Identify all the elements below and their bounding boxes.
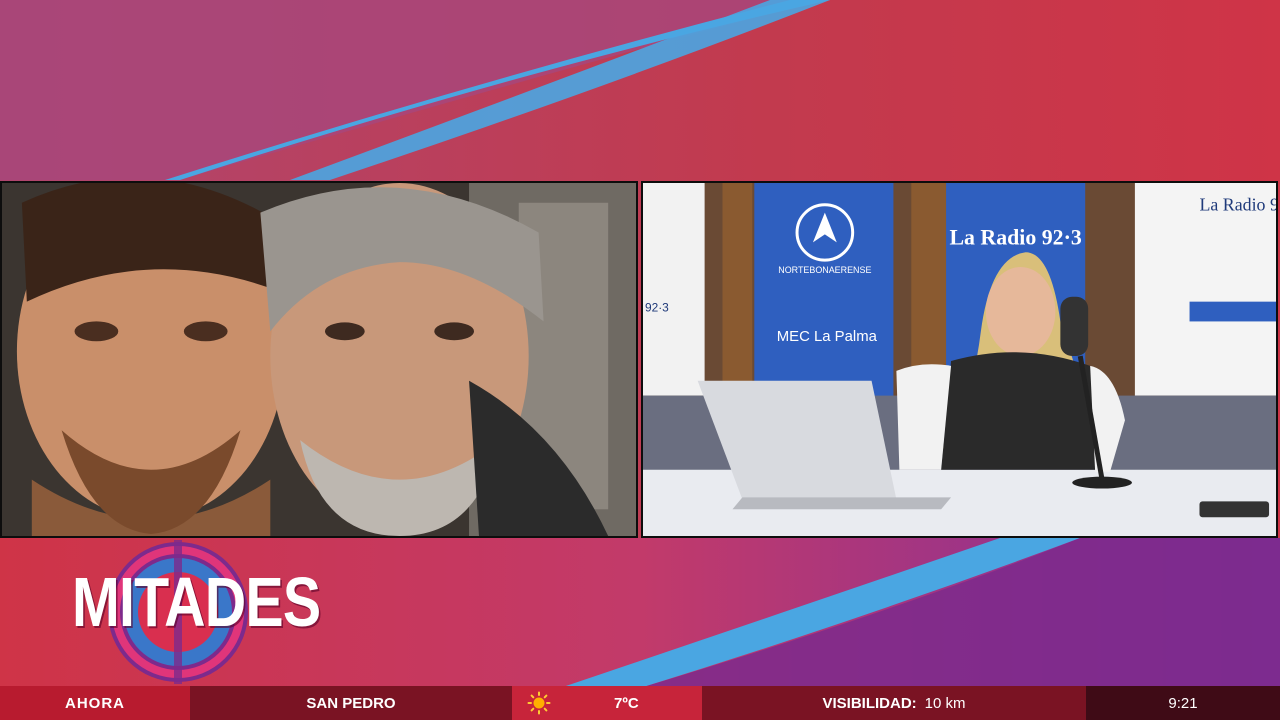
radio-studio-image: NORTEBONAERENSE MEC La Palma La Radio 92… xyxy=(643,183,1276,536)
studio-sign-mec: MEC La Palma xyxy=(777,329,878,345)
visibility-cell: VISIBILIDAD: 10 km xyxy=(702,686,1086,720)
clock-time: 9:21 xyxy=(1086,686,1280,720)
info-ticker: AHORA SAN PEDRO 7ºC VISIBILIDAD: 10 km 9… xyxy=(0,686,1280,720)
visibility-value: 10 km xyxy=(924,694,966,712)
sun-icon xyxy=(527,691,551,715)
studio-sign-radio-right: La Radio 9 xyxy=(1199,195,1276,215)
weather-cell xyxy=(512,686,566,720)
show-logo-text: MITADES xyxy=(72,563,321,641)
studio-sign-923: 92·3 xyxy=(645,301,669,315)
studio-video: NORTEBONAERENSE MEC La Palma La Radio 92… xyxy=(641,181,1278,538)
remote-guests-video xyxy=(0,181,638,538)
guests-selfie-image xyxy=(2,183,636,536)
visibility-label: VISIBILIDAD: xyxy=(822,694,917,712)
location-label: SAN PEDRO xyxy=(190,686,512,720)
studio-sign-nortebonaerense: NORTEBONAERENSE xyxy=(778,265,871,275)
studio-sign-radio: La Radio 92·3 xyxy=(949,225,1081,249)
now-label: AHORA xyxy=(0,686,190,720)
temperature-value: 7ºC xyxy=(566,686,702,720)
